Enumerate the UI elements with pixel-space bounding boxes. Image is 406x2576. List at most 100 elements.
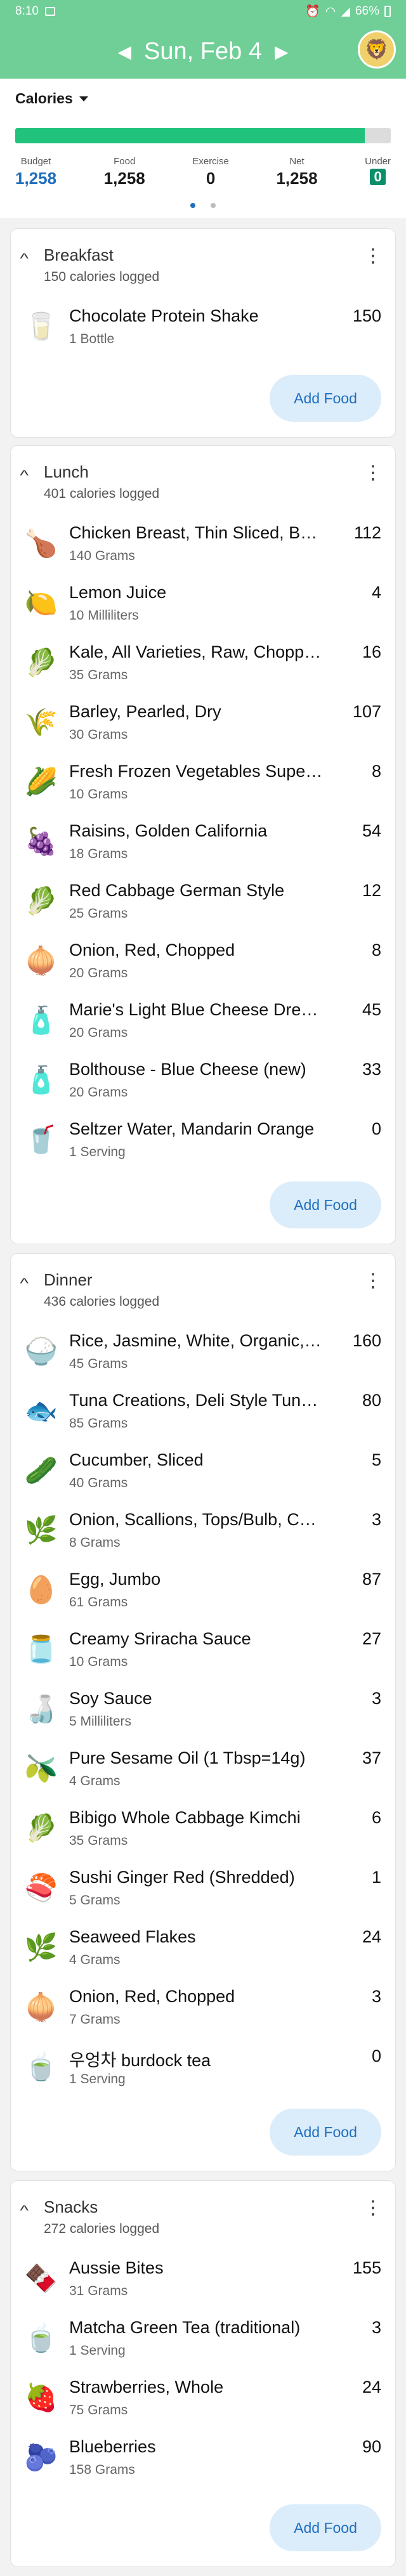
food-quantity: 10 Grams — [69, 787, 128, 802]
food-entry[interactable]: 🍵 우엉차 burdock tea 1 Serving 0 — [11, 2039, 395, 2098]
food-quantity: 20 Grams — [69, 966, 128, 980]
page-indicator — [0, 203, 406, 208]
food-icon: 🍶 — [24, 1693, 58, 1724]
food-icon: 🍓 — [24, 2382, 58, 2412]
food-quantity: 4 Grams — [69, 1774, 121, 1788]
food-icon: 🧴 — [24, 1005, 58, 1035]
food-entry[interactable]: 🥛 Chocolate Protein Shake 1 Bottle 150 — [11, 299, 395, 358]
more-options-icon[interactable]: ⋮ — [363, 247, 383, 266]
food-entry[interactable]: 🥤 Seltzer Water, Mandarin Orange 1 Serving… — [11, 1112, 395, 1171]
food-quantity: 31 Grams — [69, 2284, 128, 2298]
food-entry[interactable]: 🧴 Marie's Light Blue Cheese Dressin... 20 … — [11, 992, 395, 1052]
food-icon: 🧴 — [24, 1064, 58, 1095]
add-food-button[interactable]: Add Food — [270, 2504, 381, 2551]
food-quantity: 5 Milliliters — [69, 1714, 132, 1729]
food-entry[interactable]: 🧅 Onion, Red, Chopped 7 Grams 3 — [11, 1979, 395, 2039]
food-entry[interactable]: 🐟 Tuna Creations, Deli Style Tuna Sa... 85… — [11, 1383, 395, 1443]
food-calories: 16 — [362, 642, 381, 661]
food-icon: 🍚 — [24, 1336, 58, 1366]
food-calories: 1 — [371, 1868, 381, 1887]
add-food-button[interactable]: Add Food — [270, 375, 381, 422]
add-food-button[interactable]: Add Food — [270, 2109, 381, 2156]
food-entry[interactable]: 🍓 Strawberries, Whole 75 Grams 24 — [11, 2370, 395, 2430]
food-icon: 🥬 — [24, 1812, 58, 1843]
chevron-up-icon[interactable]: ^ — [20, 250, 28, 267]
food-calories: 24 — [362, 1927, 381, 1946]
chevron-up-icon[interactable]: ^ — [20, 467, 28, 484]
food-entry[interactable]: 🍶 Soy Sauce 5 Milliliters 3 — [11, 1681, 395, 1741]
stat-budget: Budget 1,258 — [15, 156, 56, 188]
food-name: Aussie Bites — [69, 2258, 164, 2277]
food-entry[interactable]: 🍋 Lemon Juice 10 Milliliters 4 — [11, 575, 395, 635]
stat-label: Budget — [20, 156, 51, 167]
more-options-icon[interactable]: ⋮ — [363, 1272, 383, 1291]
food-icon: 🥬 — [24, 885, 58, 916]
current-date[interactable]: Sun, Feb 4 — [144, 38, 262, 65]
food-quantity: 10 Milliliters — [69, 608, 139, 623]
chevron-down-icon — [79, 96, 88, 101]
metric-dropdown[interactable]: Calories — [15, 90, 88, 107]
food-icon: 🫐 — [24, 2442, 58, 2472]
more-options-icon[interactable]: ⋮ — [363, 464, 383, 483]
meal-header: ^ Snacks 272 calories logged ⋮ — [11, 2181, 395, 2251]
previous-day-arrow-icon[interactable]: ◀ — [105, 41, 145, 62]
food-entry[interactable]: 🍗 Chicken Breast, Thin Sliced, Bon... 140 … — [11, 516, 395, 575]
food-entry[interactable]: 🧴 Bolthouse - Blue Cheese (new) 20 Grams 33 — [11, 1052, 395, 1112]
food-name: Blueberries — [69, 2437, 156, 2456]
food-entry[interactable]: 🍚 Rice, Jasmine, White, Organic, Dry 45 Gr… — [11, 1324, 395, 1383]
food-entry[interactable]: 🥒 Cucumber, Sliced 40 Grams 5 — [11, 1443, 395, 1502]
food-calories: 87 — [362, 1570, 381, 1589]
stat-label: Food — [114, 156, 136, 167]
food-quantity: 85 Grams — [69, 1416, 128, 1431]
food-entry[interactable]: 🌽 Fresh Frozen Vegetables Super Sw... 10 G… — [11, 754, 395, 814]
food-calories: 45 — [362, 1000, 381, 1019]
food-quantity: 10 Grams — [69, 1655, 128, 1669]
avatar[interactable]: 🦁 — [358, 30, 396, 68]
food-entry[interactable]: 🥬 Red Cabbage German Style 25 Grams 12 — [11, 873, 395, 933]
food-entry[interactable]: 🫐 Blueberries 158 Grams 90 — [11, 2430, 395, 2489]
food-quantity: 1 Serving — [69, 2072, 126, 2086]
food-entry[interactable]: 🍣 Sushi Ginger Red (Shredded) 5 Grams 1 — [11, 1860, 395, 1920]
food-icon: 🍗 — [24, 528, 58, 558]
food-quantity: 45 Grams — [69, 1356, 128, 1371]
more-options-icon[interactable]: ⋮ — [363, 2199, 383, 2218]
food-icon: 🌾 — [24, 706, 58, 737]
food-calories: 3 — [371, 1689, 381, 1708]
top-app-bar: 8:10 ⏰ ◠ ◢ 66% ◀ Sun, Feb 4 ▶ 🦁 — [0, 0, 406, 79]
food-icon: 🥬 — [24, 647, 58, 677]
food-entry[interactable]: 🫒 Pure Sesame Oil (1 Tbsp=14g) 4 Grams 37 — [11, 1741, 395, 1800]
food-calories: 4 — [371, 583, 381, 602]
next-day-arrow-icon[interactable]: ▶ — [262, 41, 301, 62]
food-name: Seaweed Flakes — [69, 1927, 196, 1946]
food-name: Onion, Red, Chopped — [69, 940, 235, 959]
stat-label: Net — [289, 156, 304, 167]
meal-title: Snacks — [44, 2197, 98, 2216]
food-quantity: 20 Grams — [69, 1085, 128, 1100]
food-entry[interactable]: 🍫 Aussie Bites 31 Grams 155 — [11, 2251, 395, 2310]
food-calories: 112 — [353, 523, 381, 542]
food-name: Raisins, Golden California — [69, 821, 268, 840]
food-calories: 8 — [371, 762, 381, 781]
food-name: Sushi Ginger Red (Shredded) — [69, 1868, 295, 1887]
food-icon: 🍫 — [24, 2263, 58, 2293]
chevron-up-icon[interactable]: ^ — [20, 1275, 28, 1292]
food-entry[interactable]: 🌿 Seaweed Flakes 4 Grams 24 — [11, 1920, 395, 1979]
food-entry[interactable]: 🥚 Egg, Jumbo 61 Grams 87 — [11, 1562, 395, 1622]
food-entry[interactable]: 🍇 Raisins, Golden California 18 Grams 54 — [11, 814, 395, 873]
food-quantity: 1 Serving — [69, 2343, 126, 2358]
food-entry[interactable]: 🧅 Onion, Red, Chopped 20 Grams 8 — [11, 933, 395, 992]
wifi-icon: ◠ — [325, 4, 336, 18]
food-entry[interactable]: 🌾 Barley, Pearled, Dry 30 Grams 107 — [11, 694, 395, 754]
food-entry[interactable]: 🍵 Matcha Green Tea (traditional) 1 Serving… — [11, 2310, 395, 2370]
meal-calories-logged: 150 calories logged — [44, 270, 160, 284]
food-entry[interactable]: 🥬 Kale, All Varieties, Raw, Chopped 35 Gra… — [11, 635, 395, 694]
food-entry[interactable]: 🌿 Onion, Scallions, Tops/Bulb, Chopp... 8 … — [11, 1502, 395, 1562]
food-entry[interactable]: 🥬 Bibigo Whole Cabbage Kimchi 35 Grams 6 — [11, 1800, 395, 1860]
add-food-button[interactable]: Add Food — [270, 1181, 381, 1228]
chevron-up-icon[interactable]: ^ — [20, 2202, 28, 2219]
food-quantity: 75 Grams — [69, 2403, 128, 2417]
food-name: 우엉차 burdock tea — [69, 2051, 211, 2070]
food-name: Fresh Frozen Vegetables Super Sw... — [69, 762, 323, 781]
food-entry[interactable]: 🫙 Creamy Sriracha Sauce 10 Grams 27 — [11, 1622, 395, 1681]
food-name: Pure Sesame Oil (1 Tbsp=14g) — [69, 1748, 306, 1767]
